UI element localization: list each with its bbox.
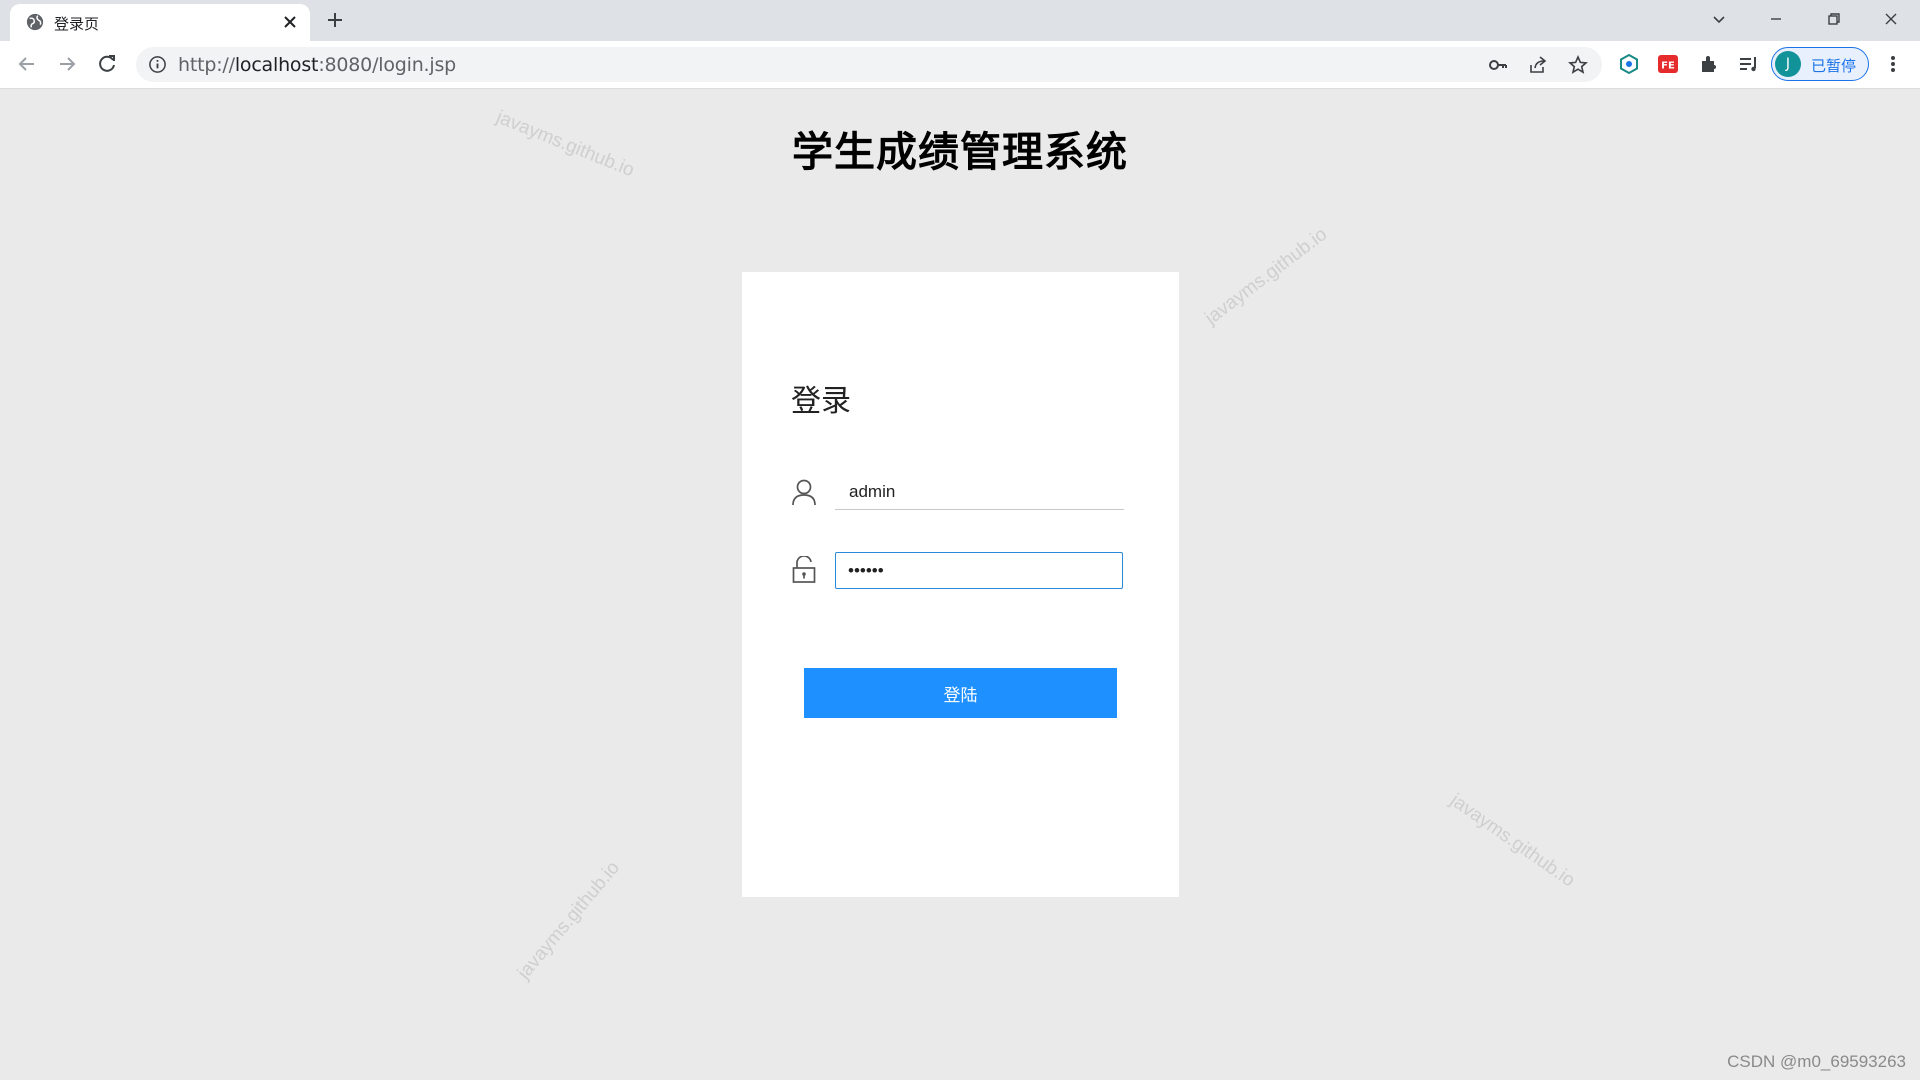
extension-hex-icon[interactable] xyxy=(1618,53,1640,75)
key-icon[interactable] xyxy=(1488,55,1508,75)
csdn-footer-mark: CSDN @m0_69593263 xyxy=(1727,1052,1906,1071)
share-icon[interactable] xyxy=(1528,55,1548,75)
extensions-puzzle-icon[interactable] xyxy=(1698,53,1720,75)
globe-icon xyxy=(26,13,44,31)
tab-search-chevron-icon[interactable] xyxy=(1711,11,1727,27)
forward-icon[interactable] xyxy=(56,53,78,75)
site-info-icon[interactable] xyxy=(148,55,167,74)
more-menu-icon[interactable] xyxy=(1882,53,1904,75)
username-input[interactable] xyxy=(835,474,1124,510)
reload-icon[interactable] xyxy=(96,53,118,75)
back-icon[interactable] xyxy=(16,53,38,75)
login-title: 登录 xyxy=(791,384,851,419)
url-text: http://localhost:8080/login.jsp xyxy=(178,54,456,76)
profile-button[interactable]: J 已暂停 xyxy=(1771,47,1869,81)
browser-tab-strip: 登录页 xyxy=(0,0,1920,41)
browser-tab[interactable]: 登录页 xyxy=(10,4,310,41)
bookmark-star-icon[interactable] xyxy=(1568,55,1588,75)
login-button[interactable]: 登陆 xyxy=(804,668,1117,718)
avatar: J xyxy=(1775,51,1801,77)
url-path: :8080/login.jsp xyxy=(318,54,457,76)
reading-list-icon[interactable] xyxy=(1737,53,1759,75)
login-card: 登录 登陆 xyxy=(742,272,1179,897)
close-window-icon[interactable] xyxy=(1883,11,1899,27)
new-tab-icon[interactable] xyxy=(326,11,344,29)
profile-status-label: 已暂停 xyxy=(1811,57,1857,75)
watermark: javayms.github.io xyxy=(1446,789,1579,892)
page-title: 学生成绩管理系统 xyxy=(792,128,1128,176)
tab-title: 登录页 xyxy=(54,15,100,33)
watermark: javayms.github.io xyxy=(1201,223,1332,329)
restore-icon[interactable] xyxy=(1826,11,1842,27)
password-input[interactable] xyxy=(835,552,1123,589)
user-icon xyxy=(792,479,816,506)
address-bar[interactable]: http://localhost:8080/login.jsp xyxy=(136,47,1602,82)
fe-extension-icon[interactable]: FE xyxy=(1657,53,1679,75)
url-host: localhost xyxy=(234,54,319,76)
minimize-icon[interactable] xyxy=(1768,11,1784,27)
url-prefix: http:// xyxy=(178,54,235,76)
unlock-icon xyxy=(792,556,816,583)
watermark: javayms.github.io xyxy=(513,857,625,984)
svg-text:FE: FE xyxy=(1661,61,1675,72)
close-tab-icon[interactable] xyxy=(282,14,298,30)
